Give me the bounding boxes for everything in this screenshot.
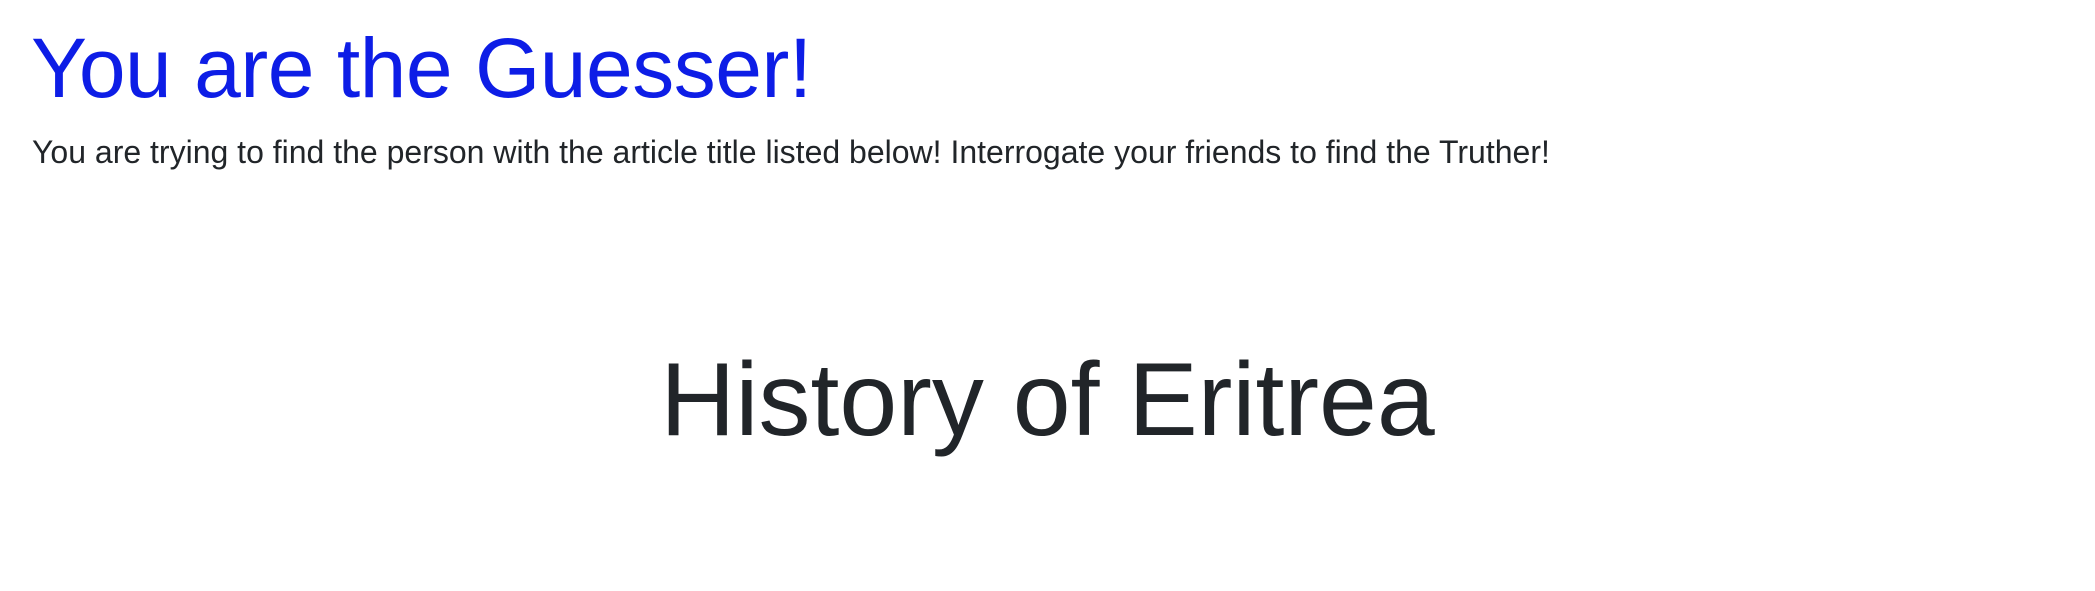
role-heading: You are the Guesser! xyxy=(31,21,812,115)
guesser-page: You are the Guesser! You are trying to f… xyxy=(0,0,2095,591)
article-title: History of Eritrea xyxy=(660,342,1435,458)
instructions-text: You are trying to find the person with t… xyxy=(32,134,1550,170)
